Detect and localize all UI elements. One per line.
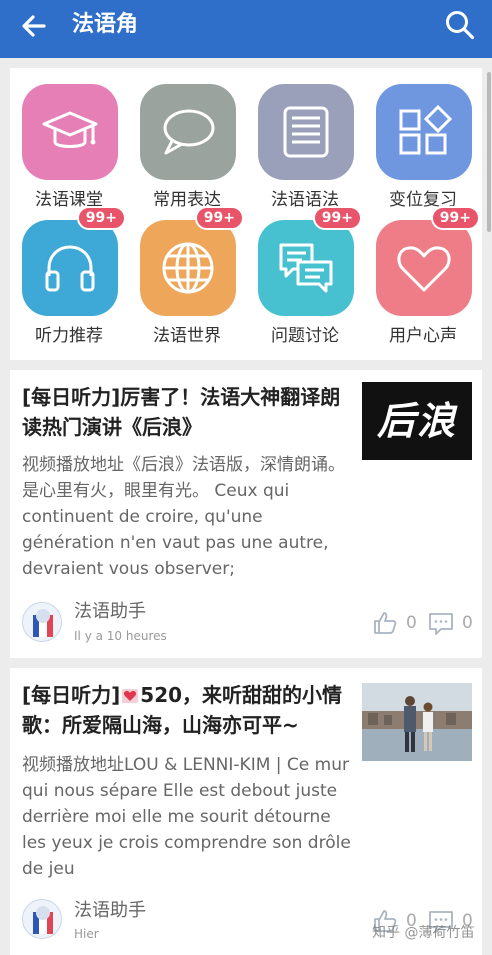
post-time: Il y a 10 heures	[74, 629, 167, 643]
notification-badge: 99+	[430, 206, 480, 230]
notification-badge: 99+	[76, 206, 126, 230]
author-name[interactable]: 法语助手	[74, 601, 146, 623]
notification-badge: 99+	[312, 206, 362, 230]
category-grid: 法语课堂 常用表达 法语语法 变位复习 99+ 听力推荐 99+ 法语世界 99…	[10, 68, 482, 360]
app-bar: 法语角	[0, 0, 492, 58]
post-thumbnail[interactable]	[362, 683, 472, 761]
shapes-icon	[376, 84, 472, 180]
post-thumbnail[interactable]: 后浪	[362, 382, 472, 460]
category-label: 听力推荐	[35, 326, 103, 346]
search-icon[interactable]	[444, 9, 476, 41]
book-icon	[258, 84, 354, 180]
scrollbar[interactable]	[487, 72, 491, 232]
arrow-left-icon[interactable]	[18, 10, 50, 42]
post-time: Hier	[74, 927, 99, 941]
post-excerpt: 视频播放地址LOU & LENNI-KIM | Ce mur qui nous …	[22, 755, 351, 879]
post-card[interactable]: [每日听力] 520，来听甜甜的小情歌：所爱隔山海，山海亦可平~ 视频播放地址LO…	[10, 668, 482, 955]
comment-icon[interactable]	[428, 610, 454, 636]
post-card[interactable]: [每日听力]厉害了！法语大神翻译朗读热门演讲《后浪》 后浪 视频播放地址《后浪》…	[10, 370, 482, 658]
discussion-icon	[258, 220, 354, 316]
watermark: 知乎 @薄荷竹笛	[372, 925, 475, 941]
avatar[interactable]	[22, 602, 62, 642]
heart-icon	[376, 220, 472, 316]
category-tile-conjugation[interactable]: 变位复习	[364, 68, 482, 210]
speech-bubble-icon	[140, 84, 236, 180]
category-label: 法语世界	[153, 326, 221, 346]
notification-badge: 99+	[194, 206, 244, 230]
heart-emoji-icon	[122, 689, 139, 703]
page-title: 法语角	[72, 12, 139, 37]
globe-icon	[140, 220, 236, 316]
post-title[interactable]: [每日听力] 520，来听甜甜的小情歌：所爱隔山海，山海亦可平~	[22, 680, 348, 740]
thumbs-up-icon[interactable]	[372, 610, 398, 636]
thumbnail-text: 后浪	[376, 398, 457, 443]
graduation-cap-icon	[22, 84, 118, 180]
category-label: 问题讨论	[271, 326, 339, 346]
category-tile-user-voices[interactable]: 99+ 用户心声	[364, 204, 482, 346]
category-tile-grammar[interactable]: 法语语法	[246, 68, 364, 210]
category-tile-french-class[interactable]: 法语课堂	[10, 68, 128, 210]
category-tile-listening[interactable]: 99+ 听力推荐	[10, 204, 128, 346]
like-count: 0	[406, 613, 417, 633]
category-tile-discussion[interactable]: 99+ 问题讨论	[246, 204, 364, 346]
comment-count: 0	[462, 613, 473, 633]
author-name[interactable]: 法语助手	[74, 900, 146, 922]
post-title[interactable]: [每日听力]厉害了！法语大神翻译朗读热门演讲《后浪》	[22, 382, 348, 442]
post-excerpt: 视频播放地址《后浪》法语版，深情朗诵。是心里有火，眼里有光。 Ceux qui …	[22, 455, 345, 579]
headphones-icon	[22, 220, 118, 316]
category-tile-common-expressions[interactable]: 常用表达	[128, 68, 246, 210]
category-label: 用户心声	[389, 326, 457, 346]
avatar[interactable]	[22, 899, 62, 939]
post-title-prefix: [每日听力]	[22, 683, 121, 707]
category-tile-french-world[interactable]: 99+ 法语世界	[128, 204, 246, 346]
